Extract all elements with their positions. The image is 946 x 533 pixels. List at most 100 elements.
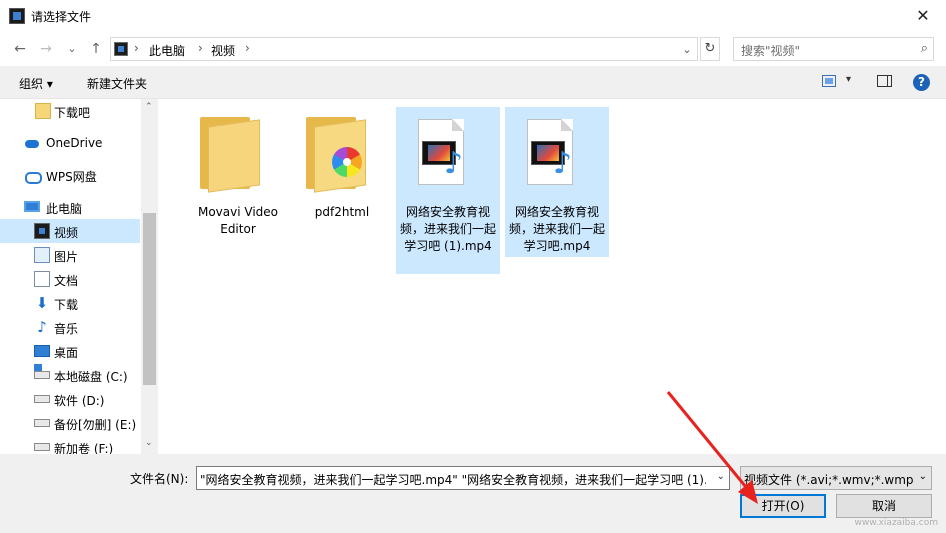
close-button[interactable]: ✕ (900, 0, 946, 32)
address-row: ← → ⌄ ↑ › 此电脑 › 视频 › ⌄ ↻ 搜索"视频" ⌕ (0, 32, 946, 66)
file-type-dropdown-icon[interactable]: ⌄ (919, 471, 927, 482)
address-bar[interactable]: › 此电脑 › 视频 › ⌄ (110, 37, 698, 61)
sidebar-item-label: 视频 (54, 226, 79, 240)
download-icon: ⬇ (35, 294, 49, 312)
file-item-video-1[interactable]: ♪ 网络安全教育视频，进来我们一起学习吧 (1).mp4 (396, 107, 500, 274)
scrollbar-thumb[interactable] (143, 213, 156, 385)
video-file-icon: ♪ (527, 119, 581, 189)
drive-icon (34, 395, 50, 403)
help-icon[interactable]: ? (913, 74, 930, 91)
sidebar-item-xiazaiba[interactable]: 下载吧 (0, 99, 140, 123)
navigation-pane: 下载吧 OneDrive WPS网盘 此电脑 视频 图片 文档 ⬇ 下载 ♪ 音… (0, 99, 158, 454)
file-type-value[interactable]: 视频文件 (*.avi;*.wmv;*.wmp;* (744, 471, 914, 488)
scroll-down-icon[interactable]: ⌄ (145, 438, 153, 448)
address-dropdown-icon[interactable]: ⌄ (679, 43, 695, 56)
sidebar-item-label: 下载 (54, 298, 79, 312)
title-bar: 请选择文件 ✕ (0, 0, 946, 32)
filename-value[interactable]: "网络安全教育视频，进来我们一起学习吧.mp4" "网络安全教育视频，进来我们一… (200, 471, 706, 488)
documents-icon (34, 271, 50, 287)
sidebar-item-drive-d[interactable]: 软件 (D:) (0, 387, 140, 411)
sidebar-item-label: 软件 (D:) (54, 394, 105, 408)
system-drive-icon (34, 364, 50, 379)
sidebar-item-downloads[interactable]: ⬇ 下载 (0, 291, 140, 315)
desktop-icon (34, 345, 50, 357)
open-button[interactable]: 打开(O) (740, 494, 826, 518)
file-item-pdf2html[interactable]: pdf2html (290, 107, 394, 227)
search-icon[interactable]: ⌕ (921, 41, 928, 56)
file-name: Movavi Video Editor (197, 205, 279, 236)
file-item-video-2[interactable]: ♪ 网络安全教育视频，进来我们一起学习吧.mp4 (505, 107, 609, 257)
breadcrumb-this-pc[interactable]: 此电脑 (149, 42, 185, 59)
sidebar-item-label: 本地磁盘 (C:) (54, 370, 128, 384)
sidebar-item-label: 桌面 (54, 346, 79, 360)
cancel-button[interactable]: 取消 (836, 494, 932, 518)
pictures-icon (34, 247, 50, 263)
filename-label: 文件名(N): (130, 472, 189, 486)
search-input[interactable]: 搜索"视频" ⌕ (733, 37, 934, 61)
computer-icon (24, 201, 40, 212)
up-button[interactable]: ↑ (86, 39, 106, 59)
video-folder-icon (114, 42, 128, 56)
drive-icon (34, 419, 50, 427)
search-placeholder: 搜索"视频" (741, 44, 801, 58)
file-name: 网络安全教育视频，进来我们一起学习吧 (1).mp4 (400, 205, 497, 253)
sidebar-item-documents[interactable]: 文档 (0, 267, 140, 291)
command-bar: 组织 ▾ 新建文件夹 ▾ ? (0, 66, 946, 99)
sidebar-item-videos[interactable]: 视频 (0, 219, 140, 243)
onedrive-icon (24, 135, 40, 151)
breadcrumb-separator[interactable]: › (198, 41, 203, 55)
window-title: 请选择文件 (31, 10, 92, 24)
sidebar-item-desktop[interactable]: 桌面 (0, 339, 140, 363)
video-file-icon: ♪ (418, 119, 472, 189)
video-app-icon (9, 8, 25, 24)
music-note-icon: ♪ (553, 146, 573, 181)
cloud-icon (24, 167, 42, 184)
scroll-up-icon[interactable]: ⌃ (145, 102, 153, 112)
watermark: www.xiazaiba.com (854, 518, 938, 528)
breadcrumb-separator[interactable]: › (245, 41, 250, 55)
folder-icon (306, 117, 370, 193)
video-icon (34, 223, 50, 239)
view-dropdown-icon[interactable]: ▾ (846, 74, 851, 85)
new-folder-button[interactable]: 新建文件夹 (87, 75, 147, 92)
folder-icon (35, 103, 51, 119)
music-icon: ♪ (37, 318, 47, 336)
sidebar-item-label: 新加卷 (F:) (54, 442, 114, 454)
sidebar-item-label: OneDrive (46, 136, 103, 150)
breadcrumb-separator[interactable]: › (134, 41, 139, 55)
sidebar-item-label: WPS网盘 (46, 170, 97, 184)
sidebar-scrollbar[interactable]: ⌃ ⌄ (141, 99, 158, 454)
preview-pane-icon[interactable] (877, 75, 892, 87)
sidebar-item-label: 图片 (54, 250, 79, 264)
sidebar-item-onedrive[interactable]: OneDrive (0, 131, 140, 155)
folder-icon (200, 117, 264, 193)
sidebar-item-music[interactable]: ♪ 音乐 (0, 315, 140, 339)
sidebar-item-drive-f[interactable]: 新加卷 (F:) (0, 435, 140, 454)
view-mode-icon[interactable] (822, 75, 836, 87)
drive-icon (34, 443, 50, 451)
file-type-select[interactable]: 视频文件 (*.avi;*.wmv;*.wmp;* ⌄ (740, 466, 932, 490)
refresh-button[interactable]: ↻ (700, 37, 720, 61)
organize-menu[interactable]: 组织 ▾ (19, 75, 53, 92)
sidebar-item-drive-e[interactable]: 备份[勿删] (E:) (0, 411, 140, 435)
recent-locations-button[interactable]: ⌄ (62, 39, 82, 59)
breadcrumb-videos[interactable]: 视频 (211, 42, 235, 59)
sidebar-item-label: 音乐 (54, 322, 79, 336)
file-list: Movavi Video Editor pdf2html ♪ 网络安全教育视频，… (158, 99, 946, 454)
back-button[interactable]: ← (10, 39, 30, 59)
pinwheel-icon (332, 147, 362, 177)
music-note-icon: ♪ (444, 146, 464, 181)
sidebar-item-label: 此电脑 (46, 202, 83, 216)
filename-dropdown-icon[interactable]: ⌄ (717, 471, 725, 482)
filename-input[interactable]: "网络安全教育视频，进来我们一起学习吧.mp4" "网络安全教育视频，进来我们一… (196, 466, 730, 490)
file-item-movavi[interactable]: Movavi Video Editor (186, 107, 290, 242)
sidebar-item-drive-c[interactable]: 本地磁盘 (C:) (0, 363, 140, 387)
sidebar-item-label: 文档 (54, 274, 79, 288)
sidebar-item-pictures[interactable]: 图片 (0, 243, 140, 267)
file-name: pdf2html (314, 205, 370, 219)
file-name: 网络安全教育视频，进来我们一起学习吧.mp4 (509, 205, 606, 253)
forward-button[interactable]: → (36, 39, 56, 59)
sidebar-item-wps[interactable]: WPS网盘 (0, 163, 140, 187)
sidebar-item-this-pc[interactable]: 此电脑 (0, 195, 140, 219)
sidebar-item-label: 备份[勿删] (E:) (54, 418, 137, 432)
